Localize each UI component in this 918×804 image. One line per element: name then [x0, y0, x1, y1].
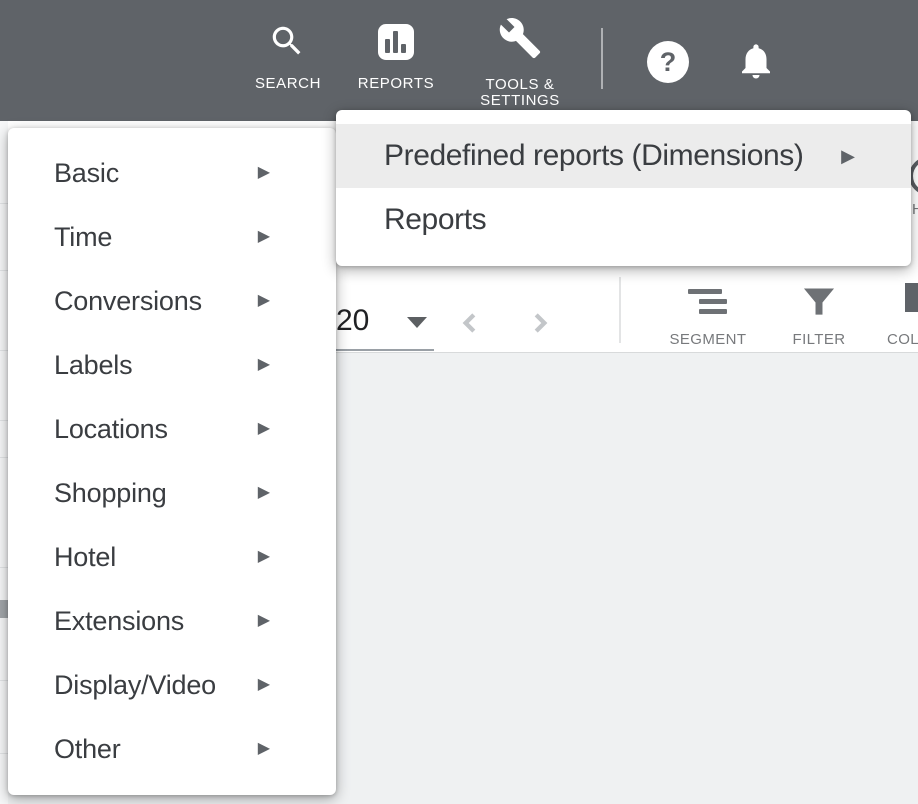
- submenu-arrow-icon: ▶: [258, 549, 270, 565]
- next-page-chevron-icon[interactable]: [527, 310, 553, 336]
- submenu-item-label: Conversions: [54, 286, 202, 317]
- background-row-divider: [0, 270, 8, 271]
- submenu-arrow-icon: ▶: [258, 741, 270, 757]
- dropdown-caret-icon[interactable]: [407, 317, 427, 328]
- search-label: SEARCH: [228, 76, 348, 92]
- reports-nav-button[interactable]: REPORTS: [346, 0, 446, 121]
- submenu-arrow-icon: ▶: [258, 229, 270, 245]
- notifications-bell-icon[interactable]: [735, 40, 777, 82]
- reports-dropdown-menu: Predefined reports (Dimensions) ▶ Report…: [336, 110, 911, 266]
- submenu-arrow-icon: ▶: [258, 165, 270, 181]
- page-help-label: HELP: [912, 201, 918, 218]
- submenu-item-label: Shopping: [54, 478, 167, 509]
- submenu-item-display-video[interactable]: Display/Video ▶: [8, 653, 336, 717]
- submenu-item-time[interactable]: Time ▶: [8, 205, 336, 269]
- columns-icon: [905, 283, 918, 312]
- submenu-item-locations[interactable]: Locations ▶: [8, 397, 336, 461]
- tools-settings-nav-button[interactable]: TOOLS & SETTINGS: [460, 0, 580, 121]
- submenu-item-label: Extensions: [54, 606, 184, 637]
- submenu-item-basic[interactable]: Basic ▶: [8, 141, 336, 205]
- background-row-divider: [0, 753, 8, 754]
- submenu-item-label: Basic: [54, 158, 119, 189]
- search-icon: [268, 22, 306, 60]
- rows-per-page-value[interactable]: 20: [336, 304, 369, 338]
- background-table-edge: [0, 121, 8, 804]
- background-row-divider: [0, 350, 8, 351]
- background-row-divider: [0, 567, 8, 568]
- wrench-icon: [498, 16, 542, 60]
- segment-label: SEGMENT: [658, 331, 758, 348]
- background-row-divider: [0, 457, 8, 458]
- submenu-item-extensions[interactable]: Extensions ▶: [8, 589, 336, 653]
- background-row-divider: [0, 680, 8, 681]
- submenu-item-hotel[interactable]: Hotel ▶: [8, 525, 336, 589]
- toolbar-divider: [619, 277, 621, 343]
- submenu-item-label: Display/Video: [54, 670, 216, 701]
- submenu-item-other[interactable]: Other ▶: [8, 717, 336, 781]
- columns-label: COLUMNS: [887, 331, 918, 348]
- background-row-divider: [0, 203, 8, 204]
- rows-per-page-underline: [336, 349, 434, 351]
- segment-icon: [688, 289, 722, 294]
- question-mark-icon: ?: [660, 47, 677, 77]
- segment-icon: [699, 309, 727, 314]
- topbar-divider: [601, 28, 603, 89]
- submenu-item-label: Hotel: [54, 542, 116, 573]
- google-ads-screen: 20 SEGMENT FILTER COLUMNS HELP: [0, 0, 918, 804]
- help-button[interactable]: ?: [647, 41, 689, 83]
- submenu-arrow-icon: ▶: [258, 677, 270, 693]
- menu-item-predefined-reports[interactable]: Predefined reports (Dimensions) ▶: [336, 124, 911, 188]
- submenu-item-labels[interactable]: Labels ▶: [8, 333, 336, 397]
- background-row-divider: [0, 420, 8, 421]
- reports-icon: [378, 24, 414, 60]
- filter-label: FILTER: [779, 331, 859, 348]
- segment-icon: [699, 299, 727, 304]
- menu-item-reports[interactable]: Reports: [336, 188, 911, 252]
- submenu-arrow-icon: ▶: [841, 147, 855, 165]
- previous-page-chevron-icon[interactable]: [457, 310, 483, 336]
- top-app-bar: SEARCH REPORTS TOOLS & SETTINGS ?: [0, 0, 918, 121]
- submenu-item-shopping[interactable]: Shopping ▶: [8, 461, 336, 525]
- submenu-item-label: Time: [54, 222, 112, 253]
- filter-icon: [800, 283, 838, 321]
- reports-label: REPORTS: [336, 76, 456, 92]
- menu-item-label: Predefined reports (Dimensions): [384, 139, 803, 173]
- background-selected-row-edge: [0, 600, 8, 618]
- submenu-item-label: Locations: [54, 414, 168, 445]
- submenu-arrow-icon: ▶: [258, 613, 270, 629]
- submenu-item-conversions[interactable]: Conversions ▶: [8, 269, 336, 333]
- submenu-arrow-icon: ▶: [258, 421, 270, 437]
- dimensions-submenu: Basic ▶ Time ▶ Conversions ▶ Labels ▶ Lo…: [8, 128, 336, 795]
- submenu-arrow-icon: ▶: [258, 485, 270, 501]
- tools-settings-label: TOOLS & SETTINGS: [460, 77, 580, 109]
- menu-item-label: Reports: [384, 203, 486, 237]
- submenu-item-label: Labels: [54, 350, 132, 381]
- submenu-arrow-icon: ▶: [258, 293, 270, 309]
- submenu-item-label: Other: [54, 734, 121, 765]
- submenu-arrow-icon: ▶: [258, 357, 270, 373]
- search-nav-button[interactable]: SEARCH: [228, 0, 348, 121]
